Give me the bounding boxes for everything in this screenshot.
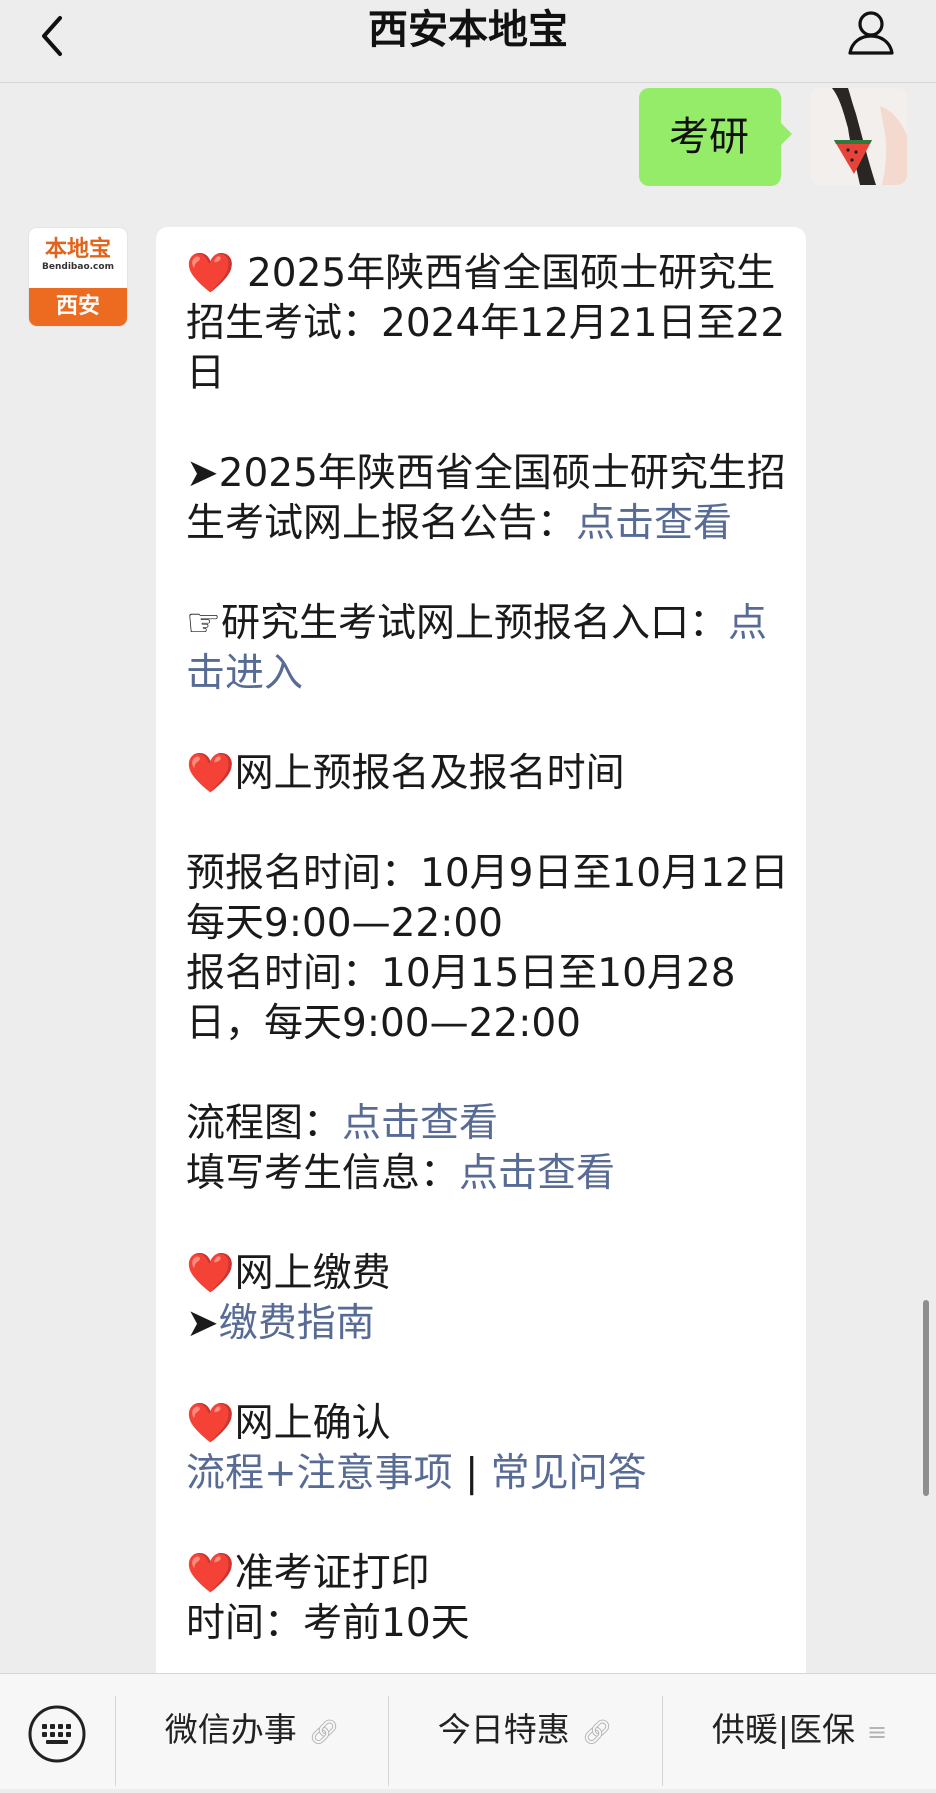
profile-button[interactable]: [844, 6, 898, 60]
prereg-entry-text: ☞研究生考试网上预报名入口：: [186, 601, 728, 646]
page-title: 西安本地宝: [368, 7, 568, 53]
menu-item-heating-insurance[interactable]: 供暖|医保 ≡: [663, 1674, 936, 1789]
menu-item-label: 今日特惠: [437, 1710, 570, 1749]
heart-icon: ❤️: [186, 251, 235, 296]
prereg-time: 预报名时间：10月9日至10月12日每天9:00—22:00: [186, 851, 789, 946]
confirm-links-line: 流程+注意事项 | 常见问答: [186, 1449, 792, 1499]
logo-city: 西安: [29, 288, 127, 326]
section-heading-pay: ❤️网上缴费: [186, 1249, 792, 1299]
heart-icon: ❤️: [186, 1401, 235, 1446]
heart-icon: ❤️: [186, 1251, 235, 1296]
user-message-text: 考研: [669, 114, 749, 160]
section-pay-label: 网上缴费: [234, 1251, 391, 1296]
user-avatar[interactable]: [810, 88, 907, 185]
menu-icon: ≡: [867, 1717, 888, 1746]
keyboard-icon: [28, 1705, 86, 1763]
bot-avatar[interactable]: 本地宝 Bendibao.com 西安: [29, 228, 127, 326]
message-content: ❤️ 2025年陕西省全国硕士研究生招生考试：2024年12月21日至22日 ➤…: [186, 249, 792, 1649]
bottom-menu-bar: 微信办事 🔗︎ 今日特惠 🔗︎ 供暖|医保 ≡: [0, 1673, 936, 1789]
link-icon: 🔗︎: [581, 1717, 613, 1746]
exam-title: 2025年陕西省全国硕士研究生招生考试：2024年12月21日至22日: [186, 251, 786, 396]
fill-info-line: 填写考生信息：点击查看: [186, 1149, 792, 1199]
prereg-entry-paragraph: ☞研究生考试网上预报名入口：点击进入: [186, 599, 792, 699]
flow-label: 流程图：: [186, 1101, 343, 1146]
link-icon: 🔗︎: [308, 1717, 340, 1746]
faq-link[interactable]: 常见问答: [491, 1451, 647, 1496]
pay-guide-line: ➤缴费指南: [186, 1299, 792, 1349]
confirm-flow-link[interactable]: 流程+注意事项: [186, 1451, 453, 1496]
logo-domain: Bendibao.com: [42, 262, 114, 272]
heart-icon: ❤️: [186, 751, 235, 796]
section-heading-admit: ❤️准考证打印: [186, 1549, 792, 1599]
exam-date-paragraph: ❤️ 2025年陕西省全国硕士研究生招生考试：2024年12月21日至22日: [186, 249, 792, 399]
fill-link[interactable]: 点击查看: [459, 1151, 615, 1196]
watermelon-avatar-image: [810, 88, 907, 185]
menu-item-wechat-affairs[interactable]: 微信办事 🔗︎: [116, 1674, 388, 1789]
announcement-link[interactable]: 点击查看: [576, 501, 732, 546]
heart-icon: ❤️: [186, 1551, 235, 1596]
user-message-bubble[interactable]: 考研: [639, 88, 792, 186]
top-nav-bar: 西安本地宝: [0, 0, 936, 83]
section-admit-label: 准考证打印: [234, 1551, 430, 1596]
section-time-label: 网上预报名及报名时间: [234, 751, 625, 796]
section-heading-confirm: ❤️网上确认: [186, 1399, 792, 1449]
menu-item-label: 微信办事: [164, 1710, 297, 1749]
confirm-separator: |: [452, 1451, 491, 1496]
pay-guide-link[interactable]: 缴费指南: [219, 1301, 375, 1346]
menu-item-label: 供暖|医保: [711, 1710, 855, 1749]
scrollbar-thumb[interactable]: [923, 1300, 929, 1496]
reg-time: 报名时间：10月15日至10月28日，每天9:00—22:00: [186, 951, 736, 1046]
section-heading-time: ❤️网上预报名及报名时间: [186, 749, 792, 799]
menu-item-daily-deals[interactable]: 今日特惠 🔗︎: [389, 1674, 661, 1789]
announcement-paragraph: ➤2025年陕西省全国硕士研究生招生考试网上报名公告：点击查看: [186, 449, 792, 549]
admit-time-partial: 时间：考前10天: [186, 1601, 470, 1646]
person-icon: [848, 11, 894, 55]
keyboard-toggle-button[interactable]: [0, 1674, 115, 1789]
bendibao-logo: 本地宝 Bendibao.com: [29, 228, 127, 288]
flow-link[interactable]: 点击查看: [342, 1101, 498, 1146]
flow-chart-line: 流程图：点击查看: [186, 1099, 792, 1149]
fill-label: 填写考生信息：: [186, 1151, 460, 1196]
logo-name: 本地宝: [44, 237, 111, 262]
section-confirm-label: 网上确认: [234, 1401, 391, 1446]
bot-message-bubble: ❤️ 2025年陕西省全国硕士研究生招生考试：2024年12月21日至22日 ➤…: [156, 227, 806, 1697]
pay-arrow: ➤: [186, 1301, 219, 1346]
